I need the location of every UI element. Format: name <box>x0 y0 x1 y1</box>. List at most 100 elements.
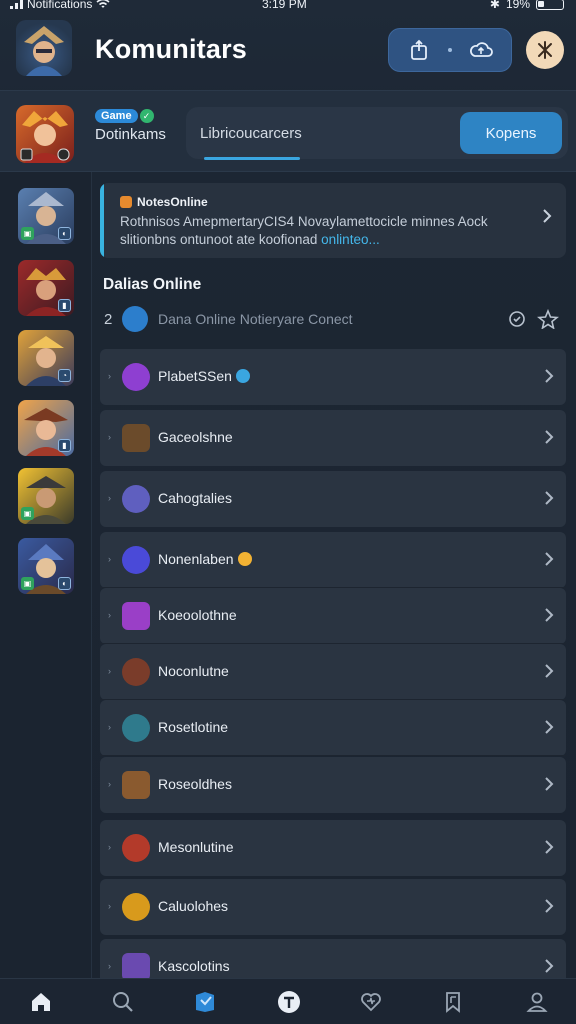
nav-library[interactable] <box>438 987 468 1017</box>
search-icon <box>113 992 133 1012</box>
member-tag-icon <box>235 369 250 383</box>
bluetooth-icon: ✱ <box>489 0 500 11</box>
row-bullet-icon: › <box>108 610 111 620</box>
row-bullet-icon: › <box>108 901 111 911</box>
rail-server-5[interactable]: ▣ <box>18 468 74 524</box>
chevron-right-icon <box>545 552 554 566</box>
member-avatar <box>122 602 150 630</box>
battery-percent: 19% <box>505 0 530 11</box>
member-row[interactable]: › PlabetSSen <box>100 349 566 405</box>
bookmark-icon <box>446 992 460 1013</box>
bottom-navigation <box>0 978 576 1024</box>
member-name: Nonenlaben <box>158 551 252 567</box>
heart-icon <box>361 993 381 1012</box>
rail-server-6[interactable]: ▣ ◐ <box>18 538 74 594</box>
check-circle-icon[interactable] <box>508 310 526 328</box>
game-badge: Game <box>95 109 138 123</box>
row-bullet-icon: › <box>108 961 111 971</box>
online-summary-text: Dana Online Notieryare Conect <box>158 311 353 327</box>
member-row[interactable]: › Rosetlotine <box>100 700 566 756</box>
badge-icon: ◐ <box>58 577 71 590</box>
search-bar: Kopens <box>186 107 568 160</box>
nav-create[interactable] <box>274 987 304 1017</box>
member-name: Cahogtalies <box>158 490 232 506</box>
settings-button[interactable] <box>526 31 564 69</box>
row-bullet-icon: › <box>108 432 111 442</box>
member-avatar <box>122 485 150 513</box>
row-bullet-icon: › <box>108 371 111 381</box>
member-name-text: Kascolotins <box>158 958 230 974</box>
rail-server-2[interactable]: ▮ <box>18 260 74 316</box>
member-name-text: Cahogtalies <box>158 490 232 506</box>
row-bullet-icon: › <box>108 842 111 852</box>
row-bullet-icon: › <box>108 779 111 789</box>
member-row[interactable]: › Koeoolothne <box>100 588 566 644</box>
section-title: Dalias Online <box>103 276 202 293</box>
announcement-card[interactable]: NotesOnline Rothnisos AmepmertaryCIS4 No… <box>100 183 566 258</box>
member-name: Rosetlotine <box>158 719 228 735</box>
nav-home[interactable] <box>26 987 56 1017</box>
nav-community[interactable] <box>190 987 220 1017</box>
nav-activity[interactable] <box>356 987 386 1017</box>
member-name-text: Nonenlaben <box>158 551 234 567</box>
chevron-right-icon <box>545 608 554 622</box>
member-avatar <box>122 771 150 799</box>
battery-icon <box>536 0 564 10</box>
member-row[interactable]: › Noconlutne <box>100 644 566 700</box>
cloud-upload-icon[interactable] <box>467 36 495 64</box>
announcement-header: NotesOnline <box>120 195 208 209</box>
search-input[interactable] <box>200 119 450 147</box>
member-row[interactable]: › Caluolohes <box>100 879 566 935</box>
member-avatar <box>122 893 150 921</box>
row-bullet-icon: › <box>108 554 111 564</box>
badge-icon: ◔ <box>58 369 71 382</box>
star-icon[interactable] <box>537 309 559 329</box>
member-avatar <box>122 424 150 452</box>
user-badges: Game ✓ <box>95 109 154 123</box>
profile-search-panel: Game ✓ Dotinkams Kopens <box>0 90 576 172</box>
header: Komunitars <box>0 14 576 90</box>
announcement-icon <box>120 196 132 208</box>
member-row[interactable]: › Cahogtalies <box>100 471 566 527</box>
online-indicator-icon: ▣ <box>21 507 34 520</box>
announcement-text: Rothnisos AmepmertaryCIS4 Novaylamettoci… <box>120 214 488 247</box>
online-count: 2 <box>104 311 113 328</box>
profile-icon <box>526 992 548 1012</box>
chevron-right-icon <box>545 430 554 444</box>
badge-icon: ▮ <box>58 299 71 312</box>
rail-server-4[interactable]: ▮ <box>18 400 74 456</box>
member-row[interactable]: › Mesonlutine <box>100 820 566 876</box>
search-underline <box>204 157 300 160</box>
rail-server-3[interactable]: ◔ <box>18 330 74 386</box>
nav-search[interactable] <box>108 987 138 1017</box>
share-icon[interactable] <box>405 36 433 64</box>
member-name-text: Noconlutne <box>158 663 229 679</box>
page-title: Komunitars <box>95 34 248 64</box>
member-name-text: Koeoolothne <box>158 607 237 623</box>
member-name: Caluolohes <box>158 898 228 914</box>
row-bullet-icon: › <box>108 493 111 503</box>
chevron-right-icon <box>545 840 554 854</box>
separator-dot <box>447 48 452 52</box>
rail-server-1[interactable]: ▣ ◐ <box>18 188 74 244</box>
online-indicator-icon: ▣ <box>21 227 34 240</box>
chevron-right-icon <box>545 777 554 791</box>
badge-icon: ▮ <box>58 439 71 452</box>
verified-icon: ✓ <box>139 109 154 123</box>
online-summary-row[interactable]: 2 Dana Online Notieryare Conect <box>100 302 566 336</box>
status-bar: Notifications 3:19 PM ✱ 19% <box>0 0 576 14</box>
online-indicator-icon: ▣ <box>21 577 34 590</box>
member-name: PlabetSSen <box>158 368 250 384</box>
username: Dotinkams <box>95 126 166 143</box>
nav-profile[interactable] <box>522 987 552 1017</box>
chevron-right-icon <box>545 369 554 383</box>
game-logo[interactable] <box>16 20 72 76</box>
chevron-right-icon <box>545 959 554 973</box>
member-row[interactable]: › Nonenlaben <box>100 532 566 588</box>
announcement-link[interactable]: onlinteo... <box>321 232 380 247</box>
member-row[interactable]: › Roseoldhes <box>100 757 566 813</box>
open-button[interactable]: Kopens <box>460 112 562 154</box>
user-avatar[interactable] <box>16 105 74 163</box>
row-divider <box>100 755 566 756</box>
member-row[interactable]: › Gaceolshne <box>100 410 566 466</box>
